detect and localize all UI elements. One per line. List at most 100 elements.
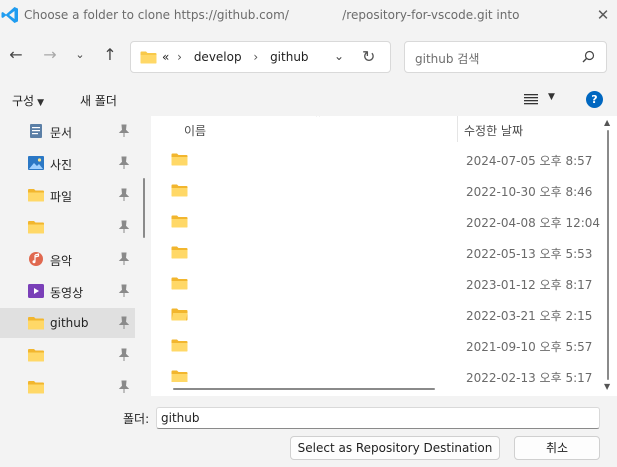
pin-icon[interactable] — [118, 252, 130, 266]
column-headers: 이름 ⌃ 수정한 날짜 — [151, 116, 617, 142]
breadcrumb-separator: › — [177, 50, 182, 64]
caret-down-icon: ▼ — [37, 98, 45, 108]
modified-date: 2021-09-10 오후 5:57 — [466, 340, 593, 354]
navigation-pane-scrollbar[interactable] — [143, 178, 145, 238]
pin-icon[interactable] — [118, 348, 130, 362]
table-row[interactable]: 2022-10-30 오후 8:46 — [151, 175, 601, 206]
pin-icon[interactable] — [118, 156, 130, 170]
music-icon — [29, 252, 43, 266]
folder-icon — [171, 153, 188, 166]
refresh-icon[interactable]: ↻ — [362, 47, 375, 66]
view-caret-down-icon[interactable]: ▼ — [548, 92, 555, 102]
close-icon[interactable]: ✕ — [592, 4, 614, 26]
up-arrow-icon[interactable]: ↑ — [98, 43, 122, 67]
pictures-icon — [28, 156, 44, 170]
pin-icon[interactable] — [118, 124, 130, 138]
address-bar[interactable]: « › develop › github ⌄ ↻ — [130, 41, 391, 73]
modified-date: 2022-05-13 오후 5:53 — [466, 247, 593, 261]
sidebar-item-label: 사진 — [50, 158, 73, 172]
folder-icon — [171, 184, 188, 197]
folder-picker-dialog: Choose a folder to clone https://github.… — [0, 0, 617, 467]
help-icon[interactable]: ? — [586, 91, 603, 108]
back-arrow-icon[interactable]: ← — [4, 43, 28, 67]
modified-date: 2022-03-21 오후 2:15 — [466, 309, 593, 323]
sidebar-item-folder[interactable] — [0, 212, 135, 242]
scroll-down-arrow-icon[interactable]: ▼ — [604, 382, 610, 391]
vertical-scrollbar-thumb[interactable] — [607, 130, 609, 380]
sidebar-item-label: 파일 — [50, 190, 73, 204]
sidebar-item-folder[interactable] — [0, 340, 135, 370]
breadcrumb-overflow[interactable]: « — [162, 50, 169, 64]
breadcrumb-develop[interactable]: develop — [194, 50, 242, 64]
organize-label: 구성 — [12, 94, 35, 108]
table-row[interactable]: 2023-01-12 오후 8:17 — [151, 268, 601, 299]
search-box[interactable]: github 검색 — [404, 41, 607, 73]
folder-label: 폴더: — [123, 412, 150, 426]
new-folder-button[interactable]: 새 폴더 — [80, 92, 117, 109]
navigation-pane: 문서 사진 파일 음악 동영상 github — [0, 116, 151, 396]
folder-icon — [171, 215, 188, 228]
modified-date: 2022-04-08 오후 12:04 — [466, 216, 601, 230]
column-divider[interactable] — [457, 116, 458, 142]
pin-icon[interactable] — [118, 220, 130, 234]
sidebar-item-label: 문서 — [50, 126, 73, 140]
view-options-icon[interactable] — [524, 93, 538, 105]
column-header-name[interactable]: 이름 — [184, 122, 206, 139]
folder-icon — [171, 339, 188, 352]
search-icon — [582, 50, 595, 63]
file-list: 이름 ⌃ 수정한 날짜 2024-07-05 오후 8:57 2022-10-3… — [151, 116, 617, 396]
table-row[interactable]: 2024-07-05 오후 8:57 — [151, 144, 601, 175]
table-row[interactable]: 2022-03-21 오후 2:15 — [151, 299, 601, 330]
sidebar-item-label: github — [50, 316, 89, 330]
folder-icon — [28, 189, 44, 202]
forward-arrow-icon[interactable]: → — [38, 43, 62, 67]
cancel-button[interactable]: 취소 — [514, 436, 600, 460]
folder-icon — [171, 277, 188, 290]
pin-icon[interactable] — [118, 188, 130, 202]
address-dropdown-chevron-icon[interactable]: ⌄ — [334, 49, 344, 63]
vscode-logo-icon — [1, 7, 18, 23]
folder-open-icon — [171, 308, 188, 321]
command-bar: 구성 ▼ 새 폴더 ▼ ? — [0, 84, 617, 116]
column-header-modified[interactable]: 수정한 날짜 — [464, 122, 523, 139]
modified-date: 2022-10-30 오후 8:46 — [466, 185, 593, 199]
pin-icon[interactable] — [118, 380, 130, 394]
sidebar-item-github[interactable]: github — [0, 308, 135, 338]
folder-icon — [28, 349, 44, 362]
organize-button[interactable]: 구성 ▼ — [12, 92, 44, 109]
sidebar-item-files[interactable]: 파일 — [0, 180, 135, 210]
vertical-scrollbar[interactable]: ▲ ▼ — [600, 116, 617, 396]
search-placeholder: github 검색 — [415, 52, 480, 66]
breadcrumb-github[interactable]: github — [270, 50, 308, 64]
horizontal-scrollbar[interactable] — [151, 382, 600, 396]
title-bar: Choose a folder to clone https://github.… — [0, 0, 617, 30]
folder-icon — [28, 381, 44, 394]
videos-icon — [28, 284, 44, 298]
folder-name-input[interactable] — [156, 407, 600, 429]
sidebar-item-label: 동영상 — [50, 286, 84, 300]
breadcrumb-separator: › — [253, 50, 259, 64]
table-row[interactable]: 2022-04-08 오후 12:04 — [151, 206, 601, 237]
breadcrumb: « › develop › github — [162, 50, 309, 64]
table-row[interactable]: 2021-09-10 오후 5:57 — [151, 330, 601, 361]
sidebar-item-music[interactable]: 음악 — [0, 244, 135, 274]
pin-icon[interactable] — [118, 284, 130, 298]
sidebar-item-videos[interactable]: 동영상 — [0, 276, 135, 306]
folder-icon — [140, 51, 157, 64]
folder-icon — [28, 317, 44, 330]
horizontal-scrollbar-thumb[interactable] — [173, 388, 435, 390]
documents-icon — [30, 124, 42, 138]
sidebar-item-pictures[interactable]: 사진 — [0, 148, 135, 178]
scroll-up-arrow-icon[interactable]: ▲ — [604, 118, 610, 127]
sidebar-item-label: 음악 — [50, 254, 73, 268]
modified-date: 2024-07-05 오후 8:57 — [466, 154, 593, 168]
pin-icon[interactable] — [118, 316, 130, 330]
folder-icon — [171, 246, 188, 259]
sidebar-item-documents[interactable]: 문서 — [0, 116, 135, 146]
table-row[interactable]: 2022-05-13 오후 5:53 — [151, 237, 601, 268]
modified-date: 2023-01-12 오후 8:17 — [466, 278, 593, 292]
recent-locations-chevron-icon[interactable]: ⌄ — [68, 43, 92, 67]
select-destination-button[interactable]: Select as Repository Destination — [290, 436, 500, 460]
navigation-bar: ← → ⌄ ↑ « › develop › github ⌄ ↻ github … — [0, 30, 617, 84]
sidebar-item-folder[interactable] — [0, 372, 135, 396]
